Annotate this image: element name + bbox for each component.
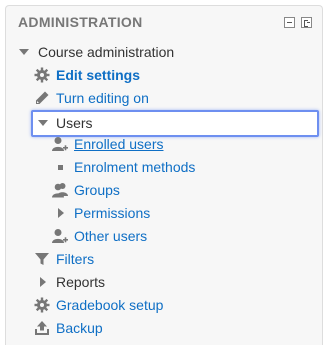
block-actions [282,17,312,29]
tree-item-users[interactable]: Users [6,112,316,134]
enrolled-users-link[interactable]: Enrolled users [74,133,164,155]
other-users-link[interactable]: Other users [74,225,147,247]
permissions-link[interactable]: Permissions [74,202,150,224]
bullet-icon [58,165,63,170]
add-user-icon [52,229,68,243]
backup-upload-icon [35,321,49,335]
filter-icon [35,253,49,265]
gradebook-setup-link[interactable]: Gradebook setup [56,294,163,316]
administration-block: ADMINISTRATION Course administration Edi… [5,5,323,345]
tree-item-reports[interactable]: Reports [6,271,316,293]
tree-item-other-users[interactable]: Other users [6,225,316,247]
collapsed-arrow-icon [58,208,64,218]
reports-label: Reports [56,274,106,290]
dock-block-icon[interactable] [301,17,312,28]
tree-item-gradebook-setup[interactable]: Gradebook setup [6,294,316,316]
users-label: Users [56,115,93,131]
course-administration-label: Course administration [38,44,175,60]
expanded-arrow-icon [19,49,29,55]
turn-editing-on-link[interactable]: Turn editing on [56,87,149,109]
expanded-arrow-icon [38,120,48,126]
pencil-icon [36,91,49,104]
filters-link[interactable]: Filters [56,248,94,270]
edit-settings-link[interactable]: Edit settings [56,64,140,86]
gear-icon [34,67,50,83]
tree-item-enrolled-users[interactable]: Enrolled users [6,133,316,155]
backup-link[interactable]: Backup [56,317,103,339]
tree-item-edit-settings[interactable]: Edit settings [6,64,316,86]
groups-link[interactable]: Groups [74,179,120,201]
enrol-users-icon [52,137,68,151]
tree-item-enrolment-methods[interactable]: Enrolment methods [6,156,316,178]
collapsed-arrow-icon [40,277,46,287]
tree-item-backup[interactable]: Backup [6,317,316,339]
tree-item-turn-editing-on[interactable]: Turn editing on [6,87,316,109]
enrolment-methods-link[interactable]: Enrolment methods [74,156,195,178]
groups-icon [52,183,68,198]
block-title: ADMINISTRATION [18,14,143,30]
tree-item-groups[interactable]: Groups [6,179,316,201]
tree-item-permissions[interactable]: Permissions [6,202,316,224]
tree-item-course-administration[interactable]: Course administration [6,41,316,63]
block-header: ADMINISTRATION [6,6,322,38]
hide-block-icon[interactable] [283,17,295,28]
tree-item-filters[interactable]: Filters [6,248,316,270]
gear-icon [34,297,50,313]
